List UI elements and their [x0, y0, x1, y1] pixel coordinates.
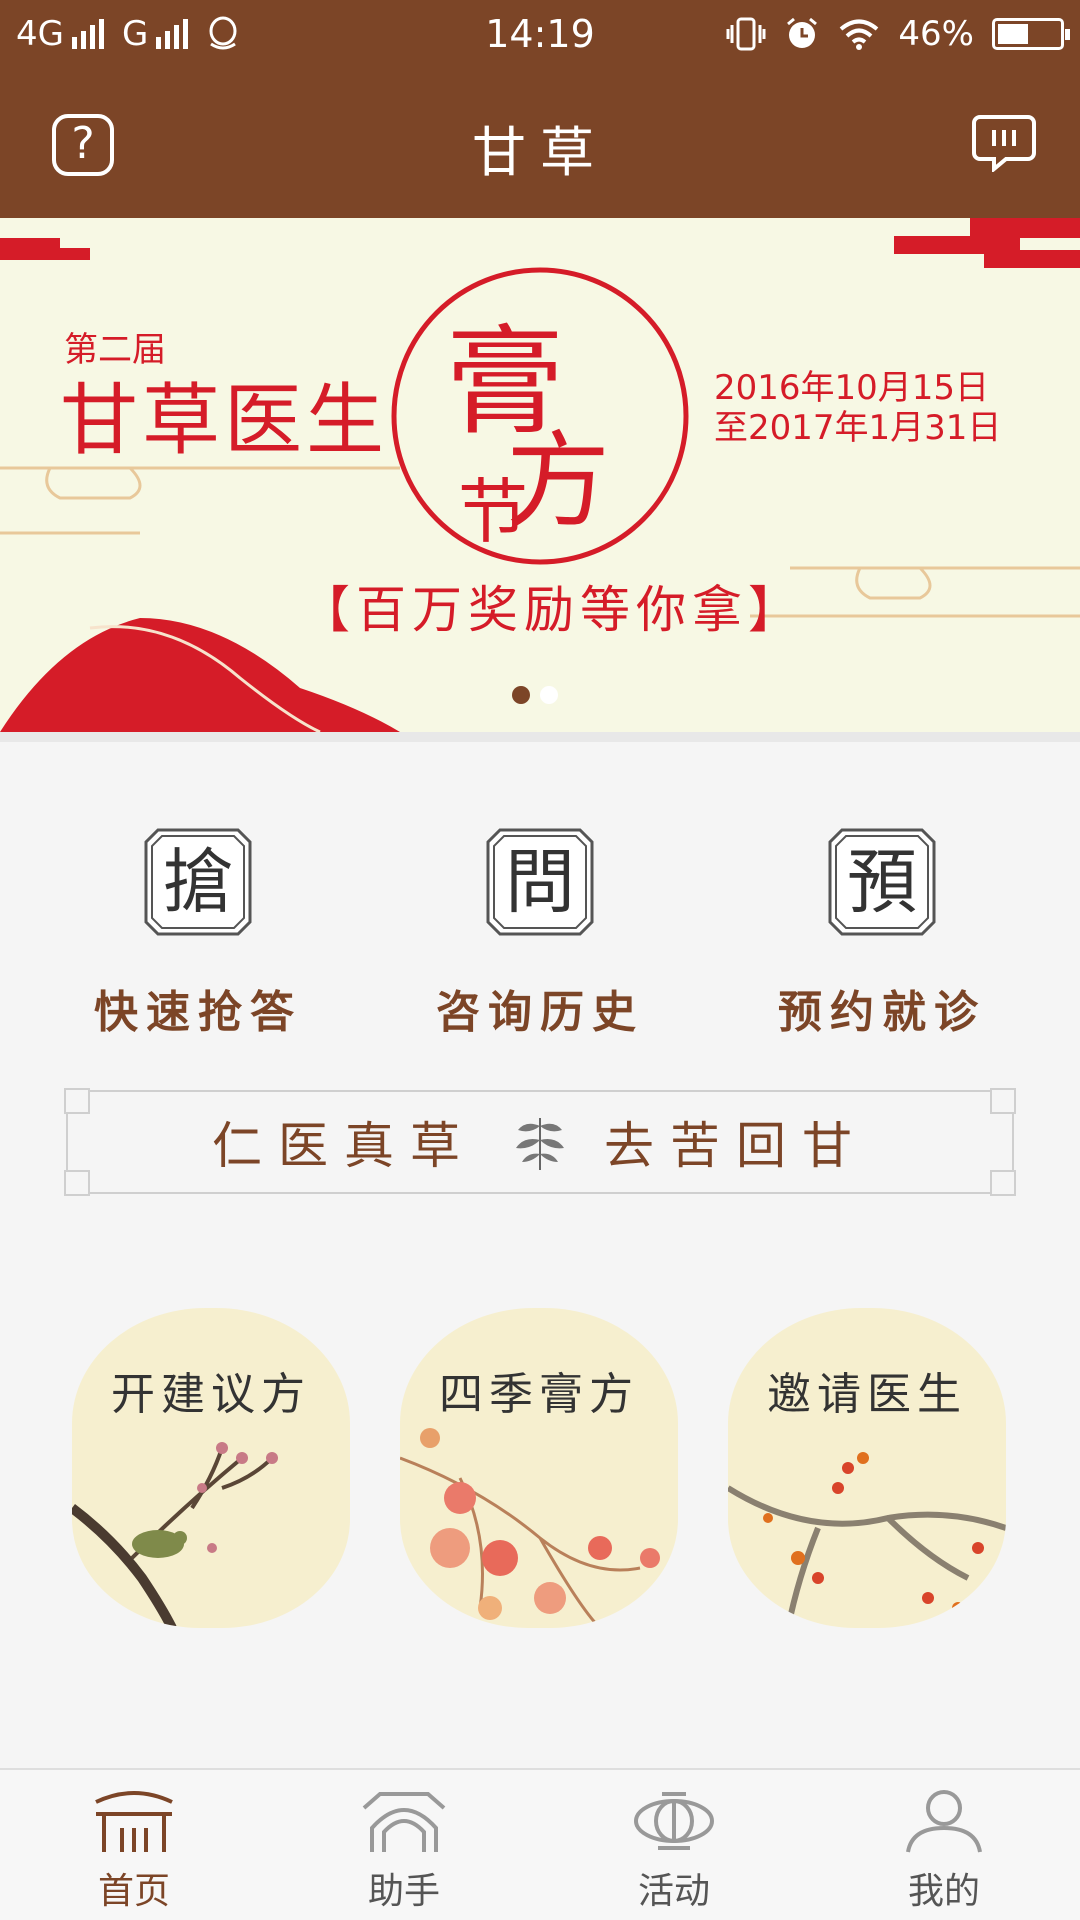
- feature-icon-char: 搶: [163, 841, 233, 923]
- seal-character: 节: [458, 471, 528, 553]
- wen-seal-icon: 問: [484, 826, 596, 938]
- home-gate-icon: [95, 1791, 173, 1852]
- promo-banner[interactable]: 膏 方 节 第二届 甘草医生 2016年10月15日 至2017年1月31日 【…: [0, 218, 1080, 732]
- bottom-nav: 首页 助手 活动 我的: [0, 1768, 1080, 1920]
- quick-answer-button[interactable]: 搶 快速抢答: [68, 826, 328, 1040]
- feature-label: 咨询历史: [436, 987, 644, 1038]
- consult-history-button[interactable]: 問 咨询历史: [410, 826, 670, 1040]
- nav-activity[interactable]: 活动: [574, 1788, 774, 1914]
- feature-label: 快速抢答: [94, 987, 302, 1038]
- card-label: 开建议方: [111, 1369, 311, 1420]
- nav-label: 首页: [97, 1871, 170, 1912]
- profile-person-icon: [906, 1790, 982, 1853]
- page-title: 甘草: [472, 121, 608, 184]
- carousel-dot-active[interactable]: [512, 686, 530, 704]
- nav-profile[interactable]: 我的: [844, 1788, 1044, 1914]
- helper-arch-icon: [362, 1792, 446, 1852]
- qiang-seal-icon: 搶: [142, 826, 254, 938]
- nav-helper[interactable]: 助手: [304, 1788, 504, 1914]
- card-label: 邀请医生: [767, 1369, 967, 1420]
- divider: [0, 732, 1080, 742]
- feature-icon-char: 預: [847, 841, 917, 923]
- wifi-icon: [840, 19, 879, 50]
- activity-lantern-icon: [634, 1792, 714, 1850]
- banner-headline: 甘草医生: [60, 376, 389, 466]
- seasonal-prescription-card[interactable]: 四季膏方: [400, 1308, 678, 1628]
- yu-seal-icon: 預: [826, 826, 938, 938]
- alarm-icon: [787, 17, 818, 48]
- motto-right: 去苦回甘: [604, 1117, 868, 1175]
- battery-level: [998, 24, 1029, 44]
- banner-date-start: 2016年10月15日: [714, 368, 990, 408]
- winter-berries-art: [728, 1308, 1006, 1628]
- nav-label: 我的: [907, 1871, 980, 1912]
- carousel-dot[interactable]: [540, 686, 558, 704]
- motto-content: 仁医真草 去苦回甘: [68, 1092, 1012, 1192]
- banner-dates: 2016年10月15日 至2017年1月31日: [714, 368, 1001, 448]
- carousel-indicator[interactable]: [512, 686, 558, 704]
- battery-percent: 46%: [898, 14, 974, 54]
- invite-doctor-card[interactable]: 邀请医生: [728, 1308, 1006, 1628]
- autumn-leaves-art: [400, 1308, 678, 1628]
- app-header: ? 甘草: [0, 72, 1080, 218]
- feature-label: 预约就诊: [778, 987, 986, 1038]
- status-bar: 4G G 14:19 46%: [0, 0, 1080, 72]
- nav-label: 活动: [637, 1871, 710, 1912]
- status-right: 46%: [726, 14, 1070, 54]
- banner-date-end: 至2017年1月31日: [714, 408, 1002, 448]
- appointment-button[interactable]: 預 预约就诊: [752, 826, 1012, 1040]
- plum-blossom-bird-art: [72, 1308, 350, 1628]
- feature-icon-char: 問: [505, 841, 575, 923]
- banner-reward: 【百万奖励等你拿】: [300, 581, 804, 639]
- suggest-prescription-card[interactable]: 开建议方: [72, 1308, 350, 1628]
- card-label: 四季膏方: [439, 1369, 639, 1420]
- motto-banner: 仁医真草 去苦回甘: [64, 1088, 1016, 1196]
- herb-sprig-icon: [516, 1118, 564, 1170]
- nav-home[interactable]: 首页: [34, 1788, 234, 1914]
- battery-icon: [992, 18, 1070, 50]
- nav-label: 助手: [367, 1871, 440, 1912]
- motto-left: 仁医真草: [212, 1117, 476, 1175]
- message-icon[interactable]: [972, 114, 1036, 172]
- vibrate-icon: [726, 17, 766, 51]
